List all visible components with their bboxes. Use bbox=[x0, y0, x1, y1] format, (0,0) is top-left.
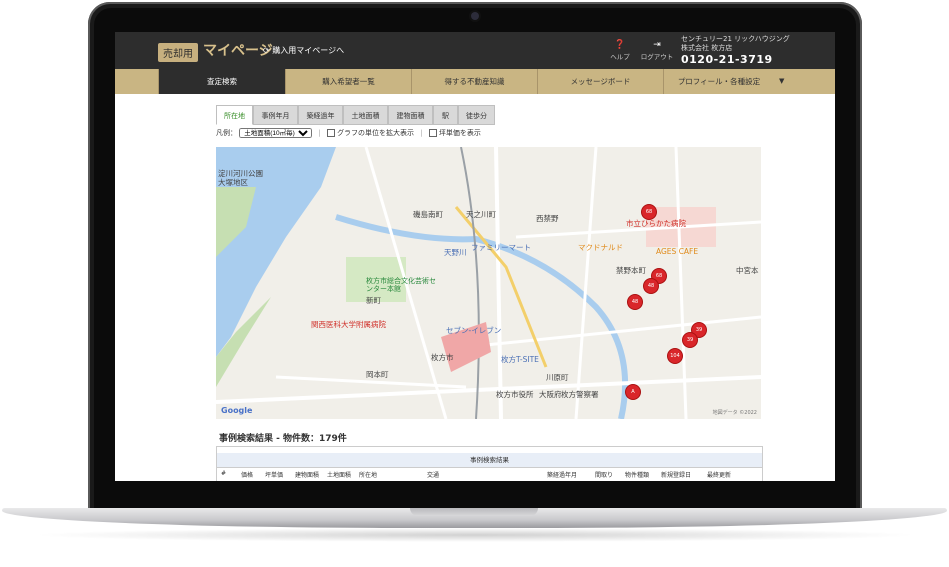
company-name: センチュリー21 リックハウジング 株式会社 枚方店 bbox=[681, 35, 790, 53]
laptop-notch bbox=[410, 508, 538, 516]
help-icon: ❓ bbox=[614, 40, 626, 50]
col-header[interactable]: 間取り bbox=[595, 470, 613, 479]
col-header[interactable]: 築経過年月 bbox=[547, 470, 577, 479]
col-header: # bbox=[221, 470, 227, 477]
map-label-nakamiya: 中宮本 bbox=[736, 266, 759, 275]
map-attribution: 地図データ ©2022 bbox=[712, 410, 757, 416]
map-label-isoshima: 磯島南町 bbox=[413, 210, 443, 219]
map-label-osakafu: 大阪府 bbox=[539, 390, 562, 399]
laptop-shadow bbox=[30, 528, 920, 542]
tab-building-age[interactable]: 築経過年 bbox=[298, 105, 343, 125]
map-label-kawaharacho: 川原町 bbox=[546, 373, 569, 382]
screen: 売却用 マイページ ⟳ 購入用マイページへ ❓ ヘルプ ⇥ ログアウト センチュ… bbox=[115, 32, 835, 481]
map-label-nishikinya: 西禁野 bbox=[536, 214, 559, 223]
map-label-seven: セブン-イレブン bbox=[446, 326, 502, 335]
map-label-culture: 枚方市総合文化芸術センター本館 bbox=[366, 277, 436, 293]
nav-item-buyer-list[interactable]: 購入希望者一覧 bbox=[285, 69, 411, 94]
col-header[interactable]: 新規登録日 bbox=[661, 470, 691, 479]
tab-case-date[interactable]: 事例年月 bbox=[253, 105, 298, 125]
map-label-tsite: 枚方T-SITE bbox=[501, 355, 539, 364]
col-header[interactable]: 坪単価 bbox=[265, 470, 283, 479]
map-canvas bbox=[216, 147, 761, 419]
col-header[interactable]: 建物面積 bbox=[295, 470, 319, 479]
company-line2: 株式会社 枚方店 bbox=[681, 44, 733, 52]
site-header: 売却用 マイページ ⟳ 購入用マイページへ ❓ ヘルプ ⇥ ログアウト センチュ… bbox=[115, 32, 835, 69]
nav-item-message-board[interactable]: メッセージボード bbox=[537, 69, 663, 94]
tsubo-price-label: 坪単価を表示 bbox=[438, 129, 481, 137]
legend-row: 凡例： 土地面積(10㎡毎) | グラフの単位を拡大表示 | 坪単価を表示 bbox=[216, 128, 761, 142]
map-label-tennogawa: 天之川町 bbox=[466, 210, 496, 219]
legend-label: 凡例： bbox=[216, 129, 237, 137]
mode-badge: 売却用 bbox=[158, 43, 198, 62]
map-label-ages: AGES CAFE bbox=[656, 247, 699, 256]
phone-number: 0120-21-3719 bbox=[681, 53, 773, 66]
map-pin[interactable]: 48 bbox=[644, 279, 658, 293]
tab-building-area[interactable]: 建物面積 bbox=[388, 105, 433, 125]
legend-select[interactable]: 土地面積(10㎡毎) bbox=[239, 128, 313, 138]
map-label-keihan: 天野川 bbox=[444, 248, 467, 257]
map-pin[interactable]: A bbox=[626, 385, 640, 399]
map-label-station: 枚方市 bbox=[431, 353, 454, 362]
main-nav: 査定検索 購入希望者一覧 得する不動産知識 メッセージボード プロフィール・各種… bbox=[115, 69, 835, 94]
map-label-shinmachi: 新町 bbox=[366, 296, 381, 305]
col-header[interactable]: 最終更新 bbox=[707, 470, 731, 479]
tab-location[interactable]: 所在地 bbox=[216, 105, 253, 125]
col-header[interactable]: 土地面積 bbox=[327, 470, 351, 479]
divider: | bbox=[318, 129, 321, 137]
col-header[interactable]: 交通 bbox=[427, 470, 439, 479]
results-table-caption: 事例検索結果 bbox=[217, 453, 762, 468]
tab-station[interactable]: 駅 bbox=[433, 105, 458, 125]
nav-item-knowledge[interactable]: 得する不動産知識 bbox=[411, 69, 537, 94]
camera-icon bbox=[471, 12, 479, 20]
map-pin[interactable]: 39 bbox=[683, 333, 697, 347]
google-logo: Google bbox=[221, 406, 253, 415]
buy-mypage-link[interactable]: ⟳ 購入用マイページへ bbox=[263, 45, 344, 56]
logout-button[interactable]: ⇥ ログアウト bbox=[641, 40, 674, 61]
col-header[interactable]: 価格 bbox=[241, 470, 253, 479]
map-view[interactable]: 淀川河川公園 大塚地区 磯島南町 天之川町 西禁野 新町 枚方市総合文化芸術セン… bbox=[216, 147, 761, 419]
nav-item-settings[interactable]: プロフィール・各種設定 bbox=[663, 69, 774, 94]
map-label-hospital: 市立ひらかた病院 bbox=[626, 219, 686, 228]
map-label-family: ファミリーマート bbox=[471, 243, 531, 252]
tab-land-area[interactable]: 土地面積 bbox=[343, 105, 388, 125]
nav-item-assessment-search[interactable]: 査定検索 bbox=[158, 69, 285, 94]
map-pin[interactable]: 48 bbox=[628, 295, 642, 309]
results-table-header: # 価格 坪単価 建物面積 土地面積 所在地 交通 築経過年月 間取り 物件種類… bbox=[217, 468, 762, 480]
map-label-police: 枚方警察署 bbox=[561, 390, 599, 399]
map-label-yodogawa: 淀川河川公園 大塚地区 bbox=[218, 169, 263, 187]
map-label-mcd: マクドナルド bbox=[578, 243, 623, 252]
help-button[interactable]: ❓ ヘルプ bbox=[610, 40, 630, 61]
results-table: 事例検索結果 # 価格 坪単価 建物面積 土地面積 所在地 交通 築経過年月 間… bbox=[216, 446, 763, 481]
map-label-kansai: 関西医科大学附属病院 bbox=[311, 320, 386, 329]
logout-icon: ⇥ bbox=[653, 40, 661, 50]
enlarge-unit-label: グラフの単位を拡大表示 bbox=[337, 129, 415, 137]
col-header[interactable]: 所在地 bbox=[359, 470, 377, 479]
tsubo-price-checkbox[interactable] bbox=[428, 129, 437, 137]
buy-mypage-label: 購入用マイページへ bbox=[272, 46, 345, 55]
company-line1: センチュリー21 リックハウジング bbox=[681, 35, 790, 43]
map-pin[interactable]: 104 bbox=[668, 349, 682, 363]
results-title: 事例検索結果 - 物件数：179件 bbox=[219, 434, 347, 444]
map-label-okamoto: 岡本町 bbox=[366, 370, 389, 379]
map-label-kinyahon: 禁野本町 bbox=[616, 266, 646, 275]
help-label: ヘルプ bbox=[610, 53, 630, 61]
map-pin[interactable]: 68 bbox=[642, 205, 656, 219]
col-header[interactable]: 物件種類 bbox=[625, 470, 649, 479]
logout-label: ログアウト bbox=[640, 53, 674, 61]
tab-walk-minutes[interactable]: 徒歩分 bbox=[458, 105, 495, 125]
chevron-down-icon[interactable]: ▼ bbox=[779, 69, 784, 94]
divider: | bbox=[420, 129, 423, 137]
map-label-cityhall: 枚方市役所 bbox=[496, 390, 534, 399]
enlarge-unit-checkbox[interactable] bbox=[327, 129, 336, 137]
